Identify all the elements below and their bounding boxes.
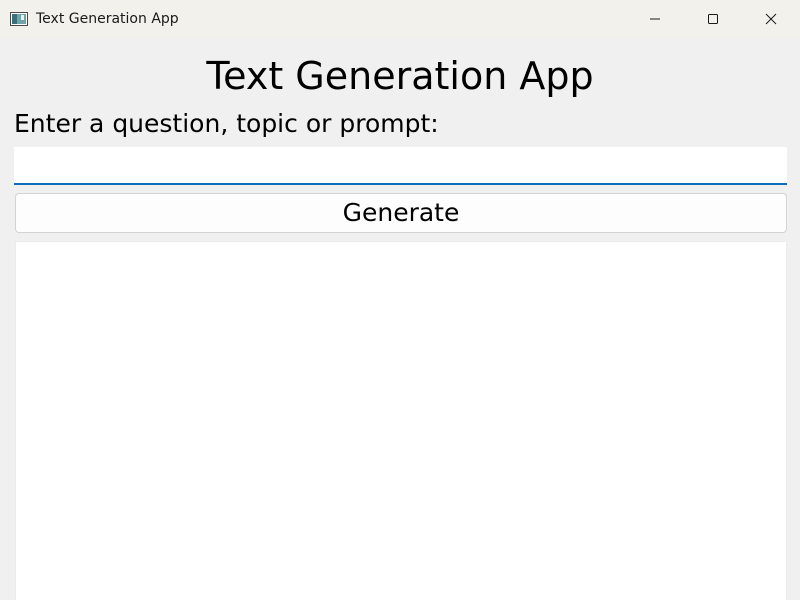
prompt-input[interactable] xyxy=(14,147,787,185)
app-window: Text Generation App Text Generation App … xyxy=(0,0,800,600)
maximize-icon xyxy=(707,13,719,25)
maximize-button[interactable] xyxy=(684,0,742,38)
app-window-icon xyxy=(10,11,28,26)
generate-button[interactable]: Generate xyxy=(15,193,787,233)
page-title: Text Generation App xyxy=(206,54,594,98)
close-button[interactable] xyxy=(742,0,800,38)
prompt-label: Enter a question, topic or prompt: xyxy=(14,109,439,138)
minimize-button[interactable] xyxy=(626,0,684,38)
output-text-area[interactable] xyxy=(15,241,787,600)
window-title: Text Generation App xyxy=(36,11,179,27)
close-icon xyxy=(765,13,777,25)
title-bar[interactable]: Text Generation App xyxy=(0,0,800,38)
minimize-icon xyxy=(649,13,661,25)
